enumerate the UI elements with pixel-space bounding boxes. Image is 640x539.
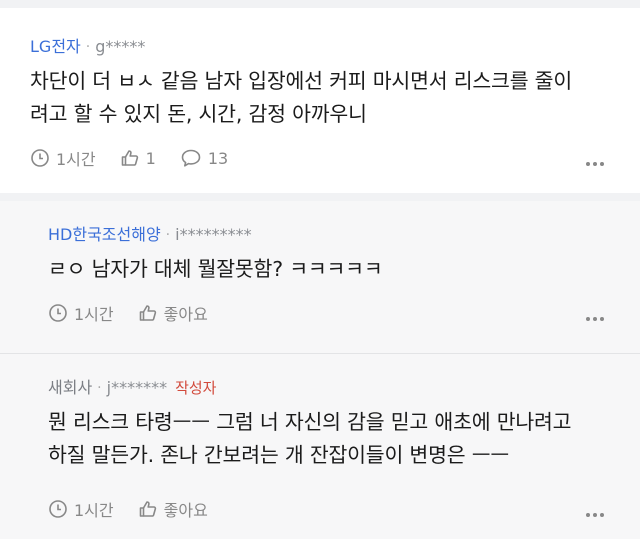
more-dot-icon — [593, 317, 597, 321]
like-button[interactable]: 좋아요 — [138, 301, 208, 325]
comment-user-id: g***** — [95, 37, 146, 56]
comment-meta: 새회사 · j******* 작성자 — [48, 378, 610, 398]
top-divider — [0, 0, 640, 8]
clock-icon — [49, 500, 67, 518]
comment-body: 차단이 더 ㅂㅅ 같음 남자 입장에선 커피 마시면서 리스크를 줄이 려고 할… — [30, 65, 610, 131]
time-stamp: 1시간 — [48, 301, 114, 325]
comment-line: 하질 말든가. 존나 간보려는 개 잔잡이들이 변명은 ㅡㅡ — [48, 443, 510, 467]
comment-body: ㄹㅇ 남자가 대체 뭘잘못함? ㅋㅋㅋㅋㅋ — [48, 253, 610, 286]
like-button[interactable]: 좋아요 — [138, 497, 208, 521]
clock-icon — [49, 304, 67, 322]
comment-item: LG전자 · g***** 차단이 더 ㅂㅅ 같음 남자 입장에선 커피 마시면… — [0, 8, 640, 193]
meta-separator: · — [97, 380, 102, 396]
writer-badge: 작성자 — [175, 379, 217, 397]
time-text: 1시간 — [74, 501, 114, 520]
more-options-button[interactable] — [586, 513, 604, 517]
meta-separator: · — [85, 39, 91, 55]
comment-author[interactable]: LG전자 — [30, 37, 81, 57]
comment-line: ㄹㅇ 남자가 대체 뭘잘못함? ㅋㅋㅋㅋㅋ — [48, 257, 383, 281]
comment-actions: 1시간 좋아요 — [48, 497, 232, 521]
more-dot-icon — [593, 162, 597, 166]
like-label: 좋아요 — [163, 305, 208, 324]
thumbs-up-icon — [139, 501, 156, 517]
comment-line: 뭔 리스크 타령ㅡㅡ 그럼 너 자신의 감을 믿고 애초에 만나려고 — [48, 410, 572, 434]
reply-item: 새회사 · j******* 작성자 뭔 리스크 타령ㅡㅡ 그럼 너 자신의 감… — [0, 353, 640, 539]
comment-line: 려고 할 수 있지 돈, 시간, 감정 아까우니 — [30, 102, 367, 126]
more-dot-icon — [600, 162, 604, 166]
time-text: 1시간 — [74, 305, 114, 324]
comment-author[interactable]: 새회사 — [48, 378, 92, 398]
reply-count: 13 — [207, 148, 229, 168]
more-dot-icon — [586, 162, 590, 166]
comment-user-id: j******* — [106, 378, 168, 397]
reply-item: HD한국조선해양 · i********* ㄹㅇ 남자가 대체 뭘잘못함? ㅋㅋ… — [0, 201, 640, 353]
time-text: 1시간 — [56, 150, 96, 169]
like-count: 1 — [145, 148, 156, 168]
comment-meta: HD한국조선해양 · i********* — [48, 225, 610, 245]
time-stamp: 1시간 — [48, 497, 114, 521]
thumbs-up-icon — [139, 305, 156, 321]
like-button[interactable]: 1 — [120, 148, 156, 168]
like-label: 좋아요 — [163, 501, 208, 520]
thumbs-up-icon — [121, 150, 138, 166]
comment-meta: LG전자 · g***** — [30, 37, 610, 57]
comment-user-id: i********* — [175, 225, 252, 244]
section-divider — [0, 193, 640, 201]
more-dot-icon — [600, 513, 604, 517]
more-dot-icon — [586, 317, 590, 321]
more-dot-icon — [586, 513, 590, 517]
time-stamp: 1시간 — [30, 146, 96, 170]
more-dot-icon — [593, 513, 597, 517]
more-options-button[interactable] — [586, 162, 604, 166]
more-dot-icon — [600, 317, 604, 321]
meta-separator: · — [165, 227, 171, 243]
comment-line: 차단이 더 ㅂㅅ 같음 남자 입장에선 커피 마시면서 리스크를 줄이 — [30, 69, 573, 93]
comment-body: 뭔 리스크 타령ㅡㅡ 그럼 너 자신의 감을 믿고 애초에 만나려고 하질 말든… — [48, 406, 610, 472]
comment-actions: 1시간 좋아요 — [48, 301, 232, 325]
clock-icon — [31, 149, 49, 167]
speech-bubble-icon — [181, 149, 201, 167]
comment-author[interactable]: HD한국조선해양 — [48, 225, 161, 245]
reply-button[interactable]: 13 — [180, 148, 228, 168]
comment-actions: 1시간 1 13 — [30, 146, 252, 170]
more-options-button[interactable] — [586, 317, 604, 321]
